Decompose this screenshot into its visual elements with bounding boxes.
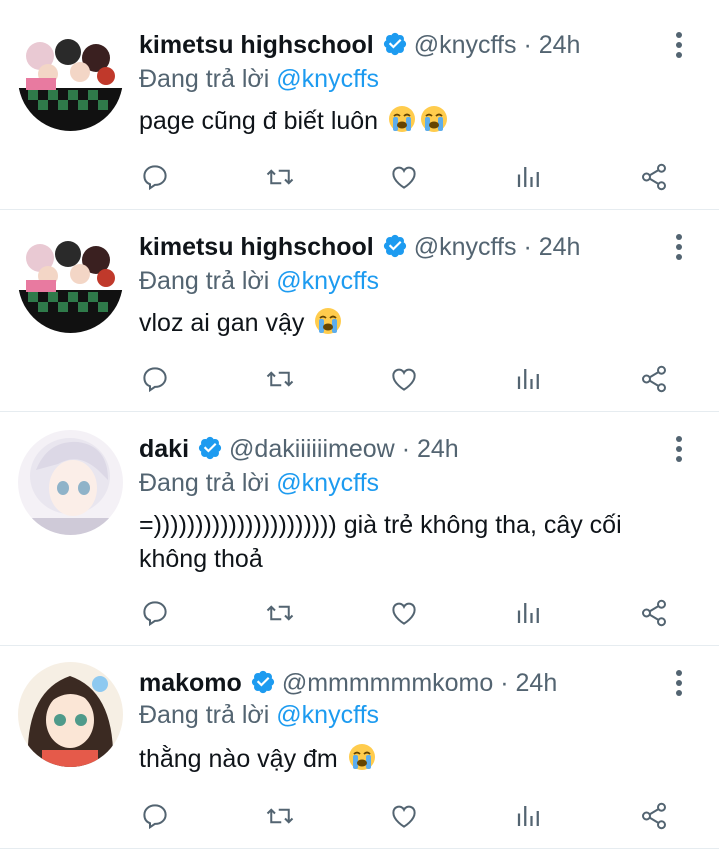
like-icon[interactable] [384,796,424,836]
white-hair-anime-avatar-image [18,430,123,535]
more-options-icon[interactable] [669,30,689,60]
action-bar [0,593,719,633]
timestamp[interactable]: 24h [516,669,558,697]
anime-group-avatar-image [18,228,123,333]
reply-icon[interactable] [135,359,175,399]
display-name[interactable]: daki [139,435,189,463]
mention-link[interactable]: @knycffs [276,469,379,497]
mention-link[interactable]: @knycffs [276,701,379,729]
timestamp[interactable]: 24h [539,233,581,261]
reply-icon[interactable] [135,796,175,836]
user-handle[interactable]: @mmmmmmkomo [282,669,493,697]
retweet-icon[interactable] [260,157,300,197]
tweet-text: thằng nào vậy đm [139,742,679,781]
tweet[interactable]: kimetsu highschool @knycffs · 24h Đang tr… [0,210,719,412]
retweet-icon[interactable] [260,593,300,633]
tweet[interactable]: daki @dakiiiiiimeow · 24h Đang trả lời @k… [0,412,719,646]
user-handle[interactable]: @knycffs [414,31,517,59]
tweet-header: kimetsu highschool @knycffs · 24h [139,28,649,62]
separator-dot: · [401,435,411,463]
replying-prefix: Đang trả lời [139,469,270,497]
loudly-crying-face-emoji [419,104,449,143]
replying-to-line: Đang trả lời @knycffs [139,64,379,94]
share-icon[interactable] [634,359,674,399]
replying-to-line: Đang trả lời @knycffs [139,266,379,296]
tweet[interactable]: makomo @mmmmmmkomo · 24h Đang trả lời @kn… [0,646,719,849]
analytics-icon[interactable] [509,593,549,633]
share-icon[interactable] [634,157,674,197]
reply-icon[interactable] [135,593,175,633]
action-bar [0,796,719,836]
dark-hair-anime-avatar-image [18,662,123,767]
mention-link[interactable]: @knycffs [276,267,379,295]
tweet-text-content: vloz ai gan vậy [139,309,305,337]
more-options-icon[interactable] [669,668,689,698]
reply-icon[interactable] [135,157,175,197]
more-options-icon[interactable] [669,434,689,464]
separator-dot: · [523,233,532,261]
replying-prefix: Đang trả lời [139,701,270,729]
tweet-text: page cũng đ biết luôn [139,104,679,143]
analytics-icon[interactable] [509,796,549,836]
tweet-text-content: page cũng đ biết luôn [139,107,379,135]
replying-to-line: Đang trả lời @knycffs [139,468,379,498]
share-icon[interactable] [634,593,674,633]
retweet-icon[interactable] [260,359,300,399]
verified-badge-icon [382,233,408,268]
action-bar [0,359,719,399]
tweet-header: daki @dakiiiiiimeow · 24h [139,432,649,466]
tweet-header: kimetsu highschool @knycffs · 24h [139,230,649,264]
analytics-icon[interactable] [509,359,549,399]
avatar[interactable] [18,26,123,131]
replying-prefix: Đang trả lời [139,267,270,295]
action-bar [0,157,719,197]
user-handle[interactable]: @knycffs [414,233,517,261]
tweet-text: =)))))))))))))))))))))) già trẻ không th… [139,508,669,576]
tweet-header: makomo @mmmmmmkomo · 24h [139,666,649,700]
separator-dot: · [500,669,509,697]
like-icon[interactable] [384,359,424,399]
user-handle[interactable]: @dakiiiiiimeow [229,435,395,463]
analytics-icon[interactable] [509,157,549,197]
replying-to-line: Đang trả lời @knycffs [139,700,379,730]
timestamp[interactable]: 24h [417,435,459,463]
tweet-text: vloz ai gan vậy [139,306,679,345]
avatar[interactable] [18,662,123,767]
avatar[interactable] [18,228,123,333]
mention-link[interactable]: @knycffs [276,65,379,93]
avatar[interactable] [18,430,123,535]
display-name[interactable]: kimetsu highschool [139,31,374,59]
retweet-icon[interactable] [260,796,300,836]
tweet-text-content: thằng nào vậy đm [139,745,338,773]
tweet-text-content: =)))))))))))))))))))))) già trẻ không th… [139,511,622,573]
like-icon[interactable] [384,157,424,197]
timestamp[interactable]: 24h [539,31,581,59]
verified-badge-icon [197,435,223,470]
anime-group-avatar-image [18,26,123,131]
separator-dot: · [523,31,532,59]
loudly-crying-face-emoji [347,742,377,781]
like-icon[interactable] [384,593,424,633]
more-options-icon[interactable] [669,232,689,262]
tweet[interactable]: kimetsu highschool @knycffs · 24h Đang tr… [0,0,719,210]
loudly-crying-face-emoji [387,104,417,143]
display-name[interactable]: makomo [139,669,242,697]
verified-badge-icon [250,669,276,704]
loudly-crying-face-emoji [313,306,343,345]
share-icon[interactable] [634,796,674,836]
verified-badge-icon [382,31,408,66]
display-name[interactable]: kimetsu highschool [139,233,374,261]
replying-prefix: Đang trả lời [139,65,270,93]
